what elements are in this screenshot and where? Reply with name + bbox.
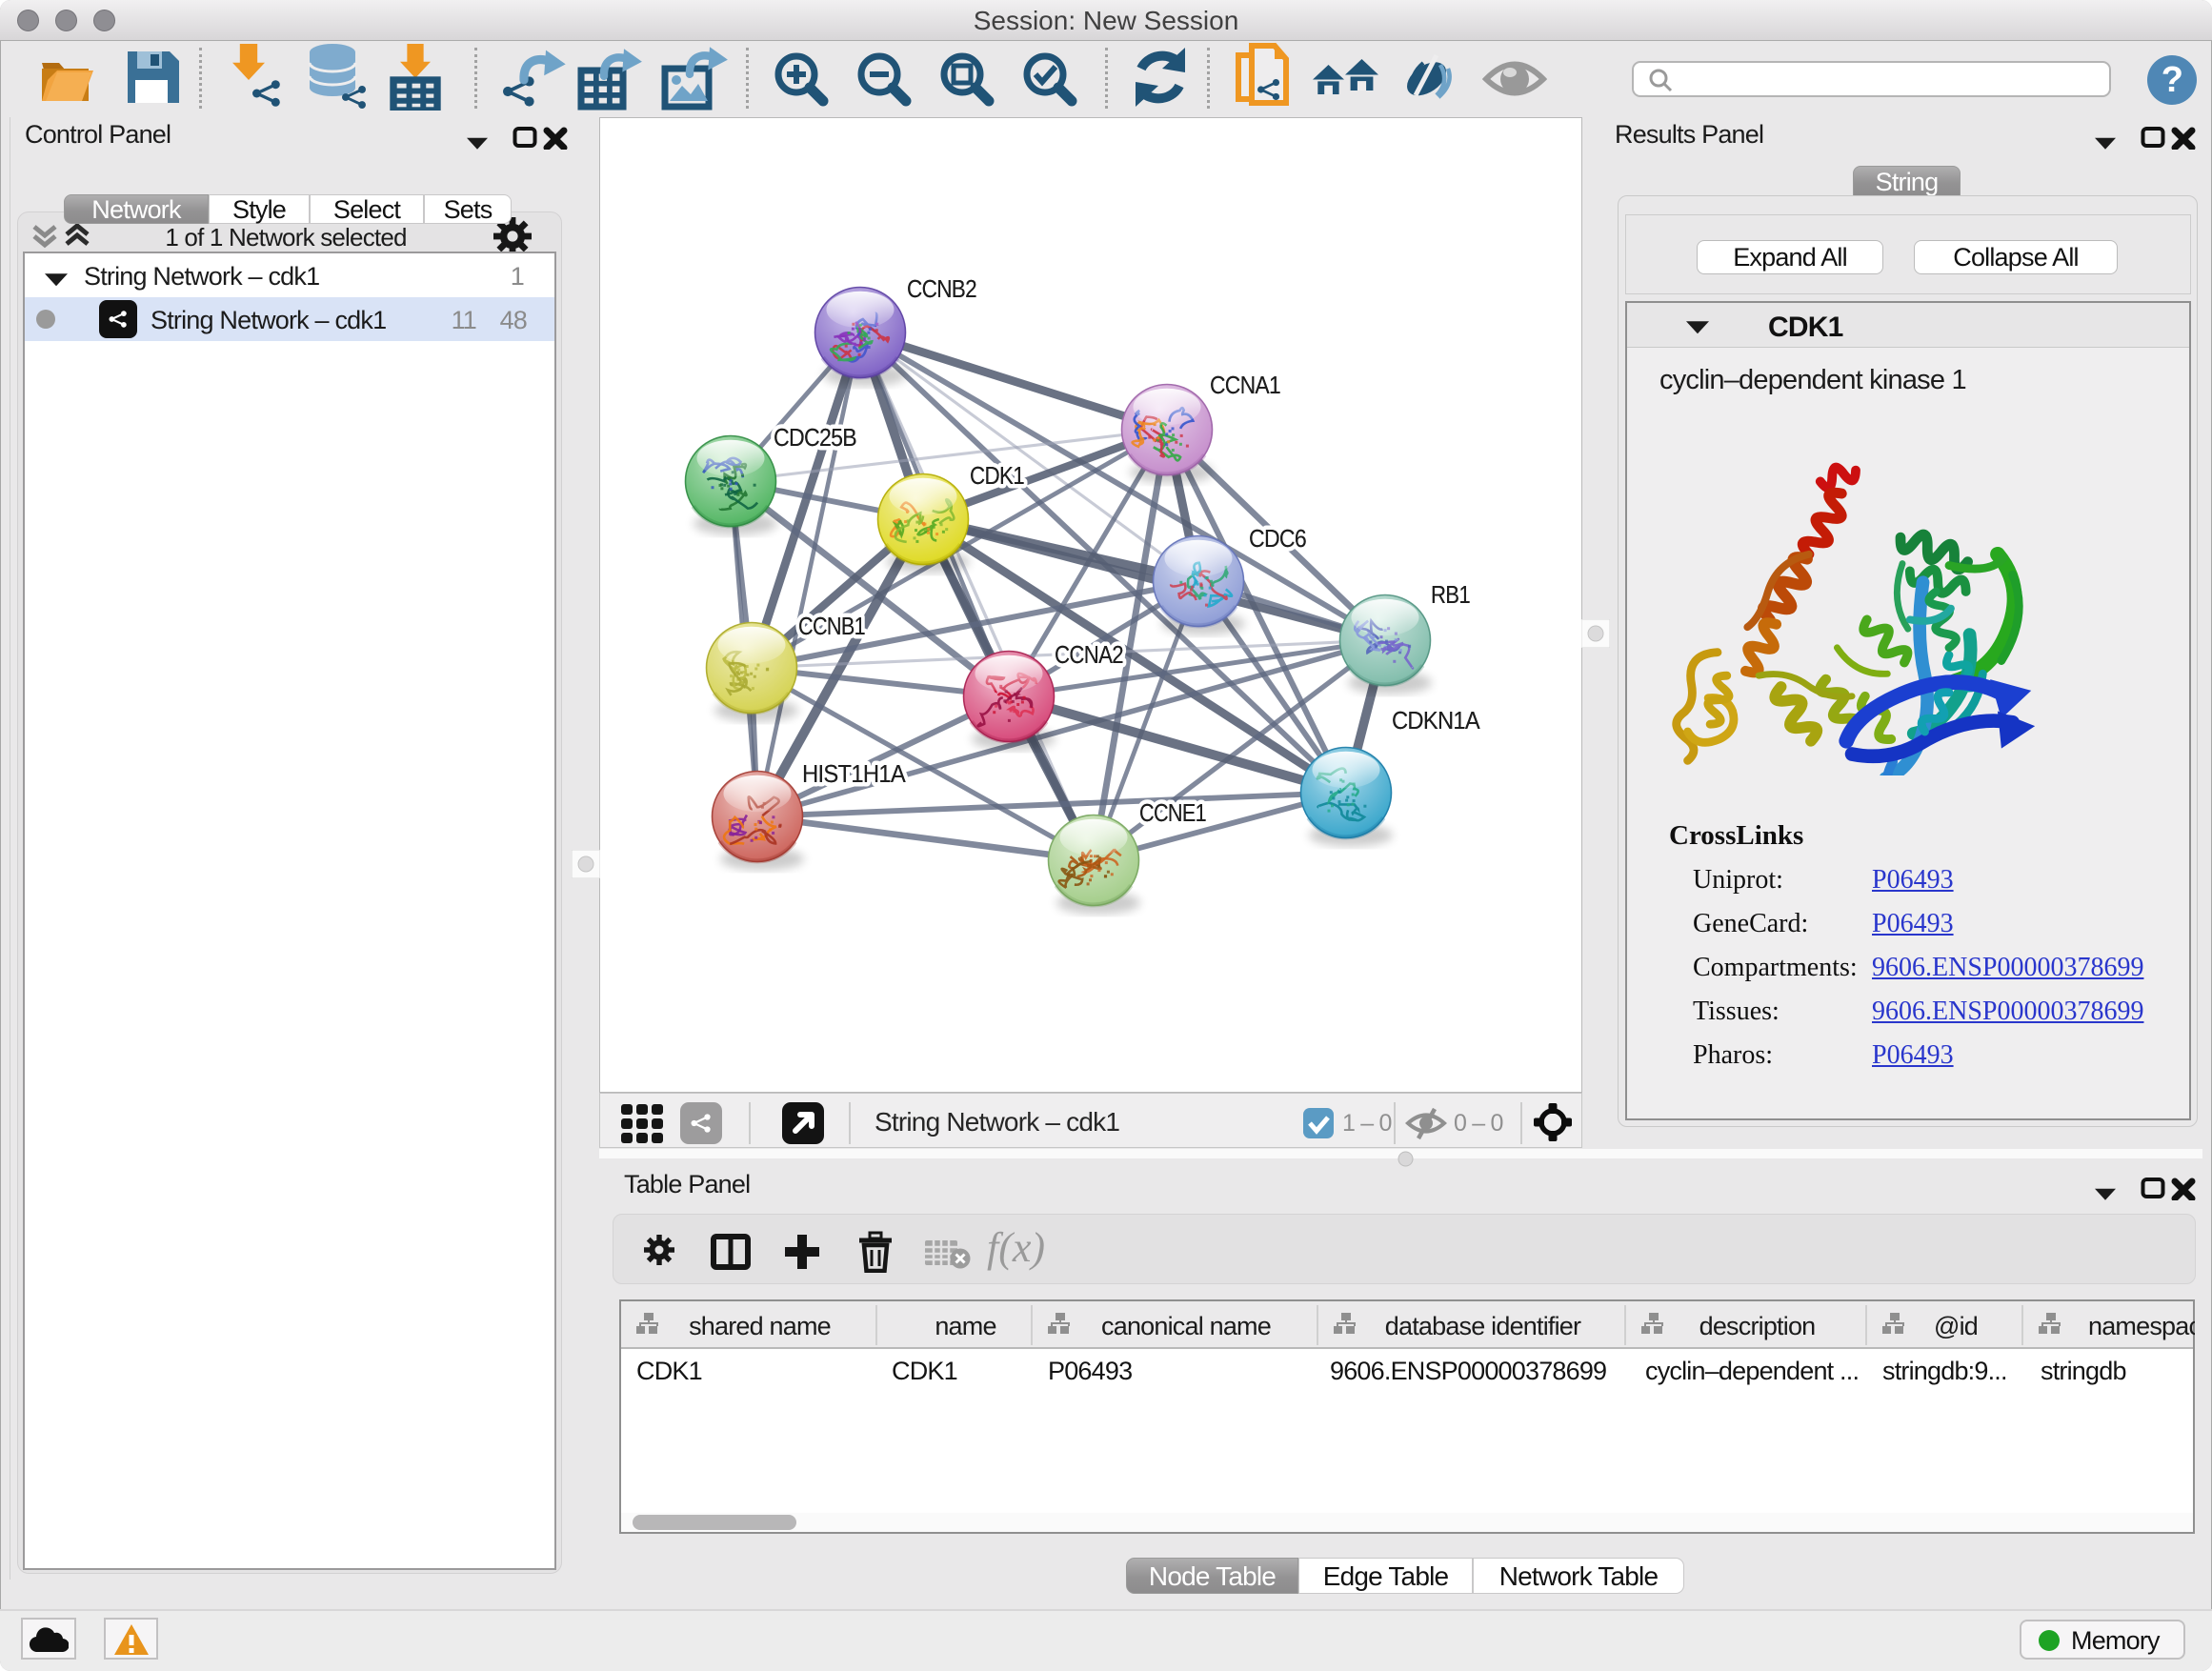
svg-text:CDK1: CDK1	[970, 461, 1024, 490]
svg-text:CDC6: CDC6	[1249, 524, 1306, 553]
svg-text:CCNA2: CCNA2	[1055, 640, 1123, 669]
svg-text:CCNB1: CCNB1	[798, 612, 865, 640]
svg-text:RB1: RB1	[1431, 580, 1470, 609]
svg-text:?: ?	[2162, 60, 2182, 100]
svg-text:CCNA1: CCNA1	[1210, 371, 1280, 399]
svg-text:CCNE1: CCNE1	[1139, 798, 1206, 827]
svg-text:HIST1H1A: HIST1H1A	[802, 759, 906, 788]
svg-text:CCNB2: CCNB2	[907, 274, 976, 303]
svg-text:CDKN1A: CDKN1A	[1392, 706, 1480, 735]
svg-text:CDC25B: CDC25B	[774, 423, 856, 452]
